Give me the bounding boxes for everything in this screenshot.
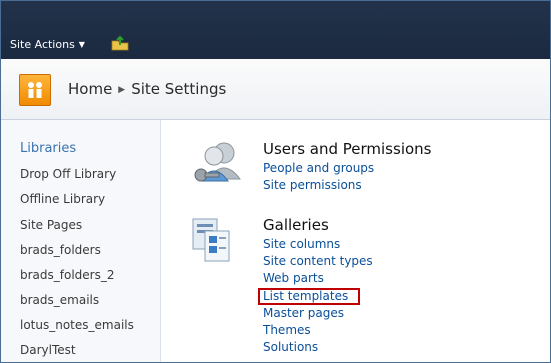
nav-item-brads-folders-2[interactable]: brads_folders_2	[20, 268, 115, 282]
breadcrumb-separator-icon: ▶	[118, 85, 126, 95]
link-people-and-groups[interactable]: People and groups	[263, 161, 374, 175]
quick-launch: Libraries Drop Off Library Offline Libra…	[1, 120, 161, 362]
link-solutions[interactable]: Solutions	[263, 340, 318, 354]
top-ribbon: Site Actions ▼	[1, 1, 550, 59]
breadcrumb-home-link[interactable]: Home	[68, 80, 112, 98]
nav-heading-libraries[interactable]: Libraries	[20, 141, 76, 156]
site-actions-menu[interactable]: Site Actions ▼	[10, 38, 85, 51]
galleries-icon	[192, 218, 230, 262]
section-title-users-and-permissions: Users and Permissions	[263, 140, 432, 158]
nav-item-brads-emails[interactable]: brads_emails	[20, 293, 99, 307]
nav-item-daryltest[interactable]: DarylTest	[20, 343, 76, 357]
sharepoint-window: Site Actions ▼ Home ▶ Site Settings Librari…	[0, 0, 551, 363]
link-site-columns[interactable]: Site columns	[263, 237, 340, 251]
navigate-up-icon[interactable]	[111, 35, 129, 51]
title-row: Home ▶ Site Settings	[1, 59, 550, 120]
site-logo-icon	[19, 74, 51, 106]
nav-item-site-pages[interactable]: Site Pages	[20, 218, 82, 232]
breadcrumb: Home ▶ Site Settings	[68, 80, 226, 98]
nav-item-brads-folders[interactable]: brads_folders	[20, 243, 101, 257]
site-actions-label: Site Actions	[10, 38, 75, 51]
highlight-box	[258, 288, 360, 305]
link-site-permissions[interactable]: Site permissions	[263, 178, 362, 192]
users-and-permissions-icon	[194, 142, 241, 182]
link-web-parts[interactable]: Web parts	[263, 271, 324, 285]
page-title: Site Settings	[131, 80, 227, 98]
nav-item-offline-library[interactable]: Offline Library	[20, 192, 105, 206]
nav-item-lotus-notes-emails[interactable]: lotus_notes_emails	[20, 318, 134, 332]
link-master-pages[interactable]: Master pages	[263, 306, 344, 320]
dropdown-caret-icon: ▼	[78, 40, 85, 49]
section-title-galleries: Galleries	[263, 216, 329, 234]
link-site-content-types[interactable]: Site content types	[263, 254, 373, 268]
link-themes[interactable]: Themes	[263, 323, 311, 337]
nav-item-drop-off-library[interactable]: Drop Off Library	[20, 167, 116, 181]
